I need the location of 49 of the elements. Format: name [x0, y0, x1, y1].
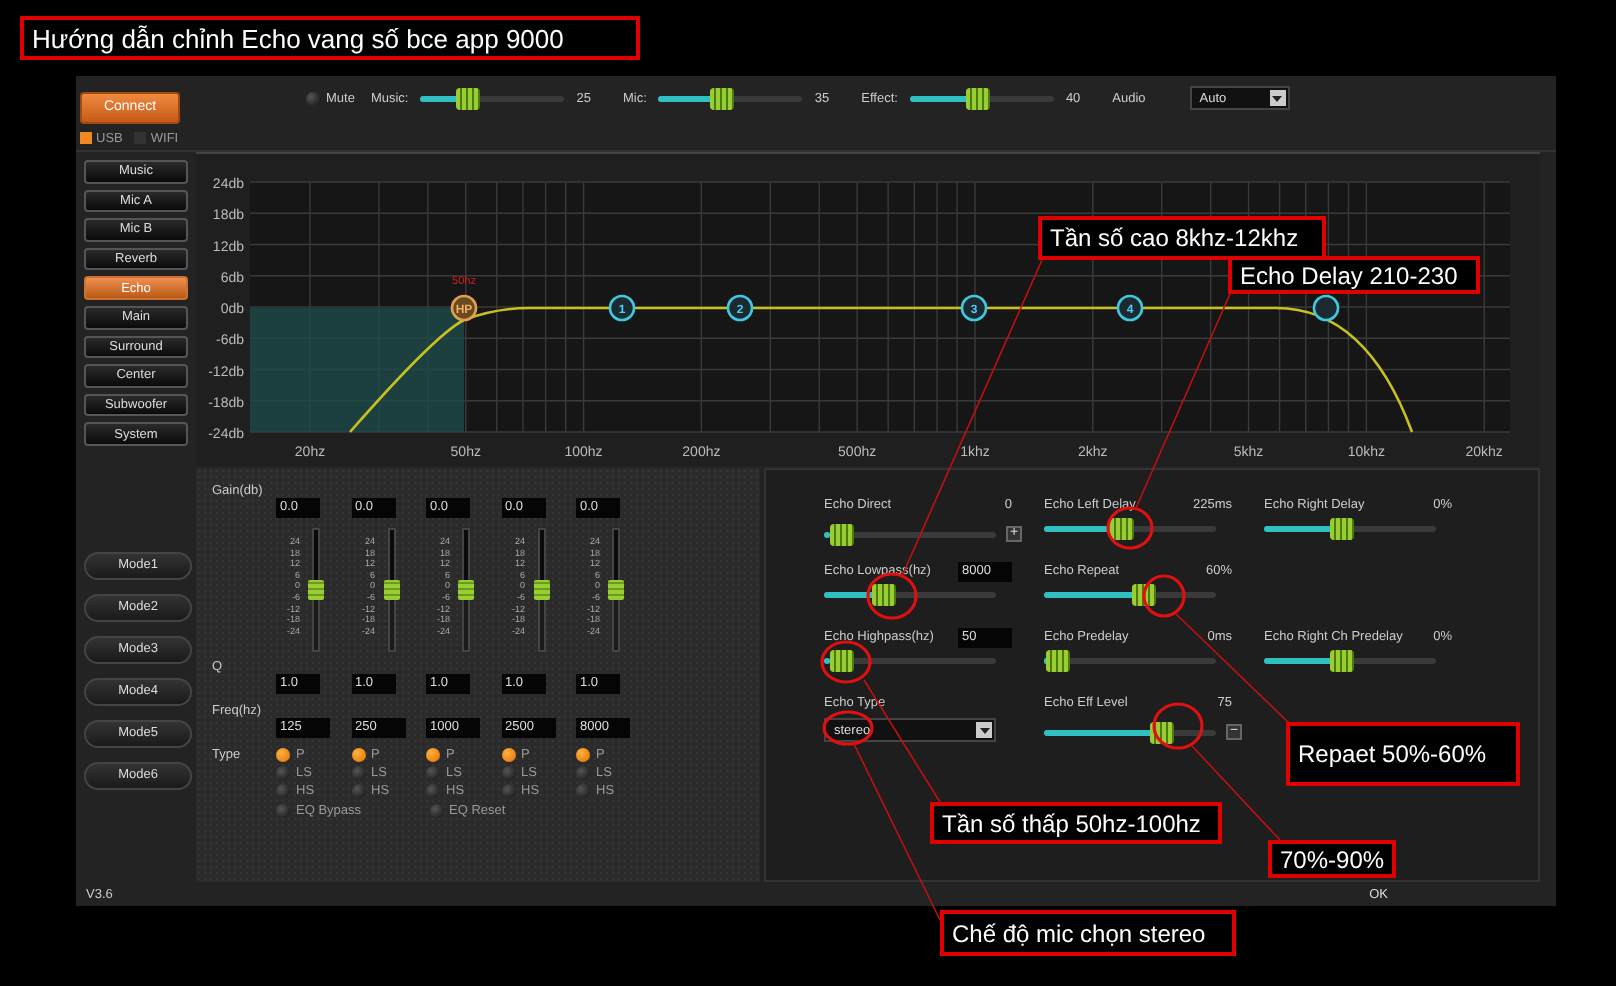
radio-button[interactable]	[426, 784, 440, 798]
radio-button[interactable]	[429, 804, 444, 818]
slider-thumb[interactable]	[456, 87, 481, 109]
highlight-circle	[820, 640, 872, 684]
radio-button[interactable]	[80, 132, 92, 144]
dropdown-arrow-icon	[1269, 90, 1286, 106]
radio-button[interactable]	[351, 784, 365, 798]
highlight-circle	[822, 710, 874, 746]
slider-thumb[interactable]	[1330, 518, 1355, 540]
fader-thumb[interactable]	[458, 580, 474, 600]
radio-button[interactable]	[576, 766, 590, 780]
annotation-callout: Repaet 50%-60%	[1286, 722, 1520, 786]
slider-thumb[interactable]	[709, 87, 734, 109]
radio-button[interactable]	[426, 766, 440, 780]
fader-thumb[interactable]	[533, 580, 549, 600]
radio-button[interactable]	[276, 784, 290, 798]
radio-button[interactable]	[501, 784, 515, 798]
radio-button[interactable]	[501, 766, 515, 780]
radio-button[interactable]	[576, 784, 590, 798]
radio-button[interactable]	[276, 748, 290, 762]
radio-button[interactable]	[426, 748, 440, 762]
mute-radio[interactable]	[306, 91, 320, 105]
annotation-callout: 70%-90%	[1268, 840, 1396, 878]
slider-thumb[interactable]	[1330, 650, 1355, 672]
annotation-callout: Tần số cao 8khz-12khz	[1038, 216, 1326, 260]
radio-button[interactable]	[501, 748, 515, 762]
highlight-circle	[1152, 702, 1204, 750]
radio-button[interactable]	[276, 766, 290, 780]
slider-thumb[interactable]	[829, 523, 854, 545]
annotation-callout: Hướng dẫn chỉnh Echo vang số bce app 9000	[20, 16, 640, 60]
radio-button[interactable]	[351, 748, 365, 762]
annotation-callout: Tần số thấp 50hz-100hz	[930, 802, 1222, 844]
slider-thumb[interactable]	[1110, 518, 1135, 540]
annotation-callout: Chế độ mic chọn stereo	[940, 910, 1236, 956]
fader-thumb[interactable]	[308, 580, 324, 600]
annotation-callout: Echo Delay 210-230	[1228, 256, 1480, 294]
slider-thumb[interactable]	[1046, 650, 1071, 672]
radio-button[interactable]	[276, 804, 290, 818]
slider-thumb[interactable]	[872, 584, 897, 606]
highlight-circle	[1142, 574, 1186, 618]
fader-thumb[interactable]	[383, 580, 399, 600]
dropdown-arrow-icon	[976, 722, 992, 738]
slider-thumb[interactable]	[966, 87, 991, 109]
leader-line	[1175, 613, 1291, 725]
band-node[interactable]	[1312, 294, 1340, 322]
fader-thumb[interactable]	[608, 580, 624, 600]
radio-button[interactable]	[351, 766, 365, 780]
radio-button[interactable]	[576, 748, 590, 762]
slider-thumb[interactable]	[829, 650, 854, 672]
